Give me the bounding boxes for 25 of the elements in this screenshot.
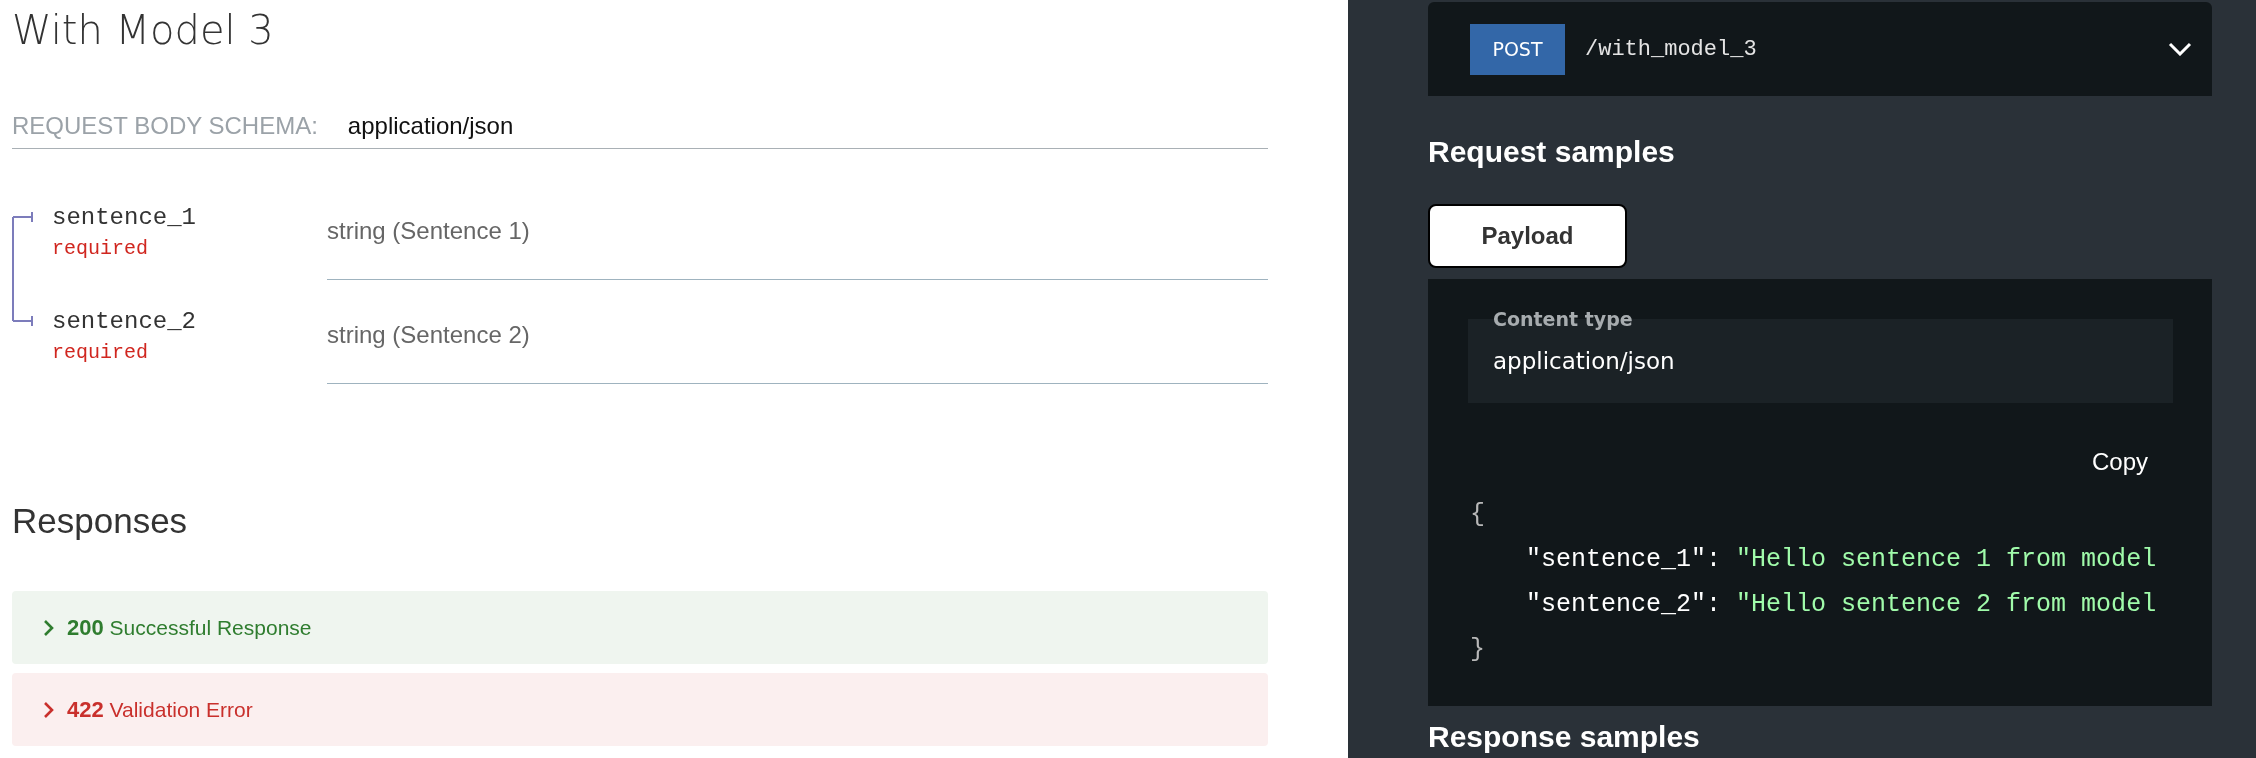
operation-title: With Model 3 <box>12 6 274 55</box>
field-name: sentence_1 <box>52 203 197 232</box>
schema-label: REQUEST BODY SCHEMA: <box>12 111 318 141</box>
section-title: Response samples <box>1428 720 1700 754</box>
required-label: required <box>52 341 148 365</box>
field-name: sentence_2 <box>52 307 197 336</box>
endpoint-path: /with_model_3 <box>1585 35 1757 64</box>
field-label: Content type <box>1493 308 1633 330</box>
section-title: Request samples <box>1428 134 1675 170</box>
response-item[interactable]: 200 Successful Response <box>12 591 1268 664</box>
code-line: } <box>1470 634 1485 666</box>
field-type: string (Sentence 1) <box>327 217 530 244</box>
code-line: { <box>1470 499 1485 531</box>
content-type-text: application/json <box>347 111 514 141</box>
endpoint-bar[interactable]: POST /with_model_3 <box>1428 2 2212 96</box>
section-title: Responses <box>12 501 188 541</box>
code-line: "sentence_2": "Hello sentence 2 from model <box>1526 589 2157 621</box>
field-value: application/json <box>1493 347 1675 376</box>
required-label: required <box>52 237 148 261</box>
copy-button[interactable]: Copy <box>2091 447 2148 477</box>
response-item[interactable]: 422 Validation Error <box>12 673 1268 746</box>
payload-tab[interactable]: Payload <box>1428 204 1627 268</box>
code-line: "sentence_1": "Hello sentence 1 from model <box>1526 544 2157 576</box>
field-type: string (Sentence 2) <box>327 321 530 348</box>
method-badge: POST <box>1470 23 1565 75</box>
